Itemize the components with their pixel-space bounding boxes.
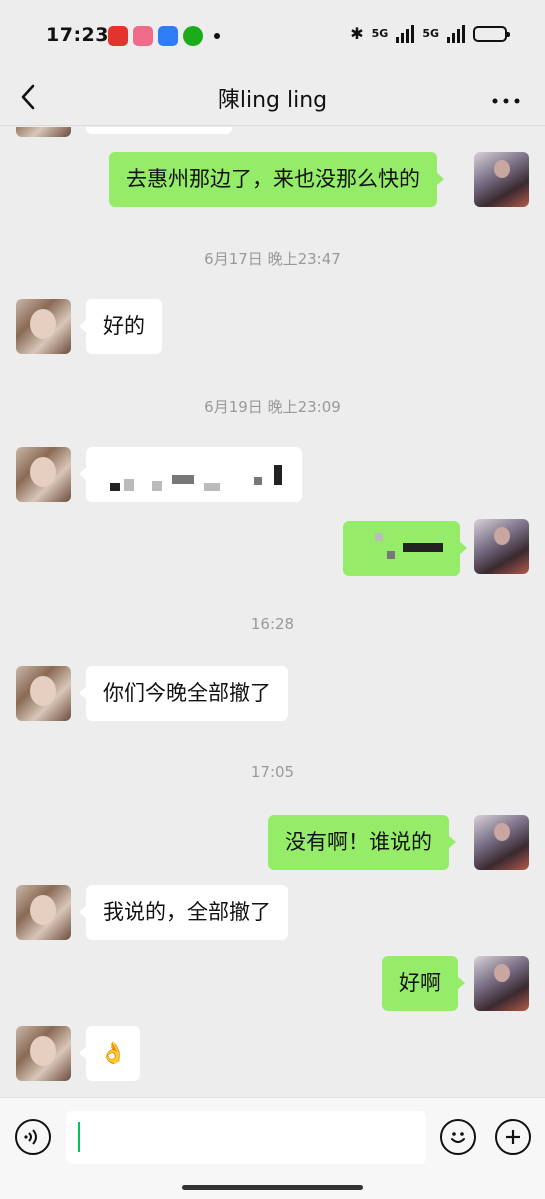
contact-avatar[interactable] [16, 1026, 71, 1081]
contact-avatar[interactable] [16, 885, 71, 940]
battery-icon [473, 25, 510, 42]
chat-header: 陳ling ling [0, 70, 545, 126]
bluetooth-icon: ✱ [350, 24, 364, 43]
timestamp: 16:28 [250, 615, 295, 633]
message-incoming[interactable]: 好的 [79, 299, 162, 354]
contact-avatar[interactable] [16, 447, 71, 502]
status-bar: 17:23 ✱ 5G 5G [0, 0, 545, 70]
timestamp: 6月19日 晚上23:09 [204, 398, 341, 416]
message-incoming-emoji[interactable]: 👌 [78, 1026, 141, 1081]
timestamp: 6月17日 晚上23:47 [204, 250, 341, 268]
message-incoming[interactable]: 你们今晚全部撤了 [79, 666, 288, 721]
redaction-block [375, 533, 383, 541]
text-cursor [78, 1122, 80, 1152]
message-incoming-redacted[interactable] [79, 447, 302, 502]
contact-avatar[interactable] [16, 127, 71, 137]
more-dots-icon[interactable] [491, 84, 521, 112]
voice-icon[interactable] [15, 1119, 51, 1155]
net1-label: 5G [371, 27, 389, 40]
net2-label: 5G [422, 27, 439, 40]
message-outgoing-redacted[interactable] [343, 521, 467, 576]
redaction-block [387, 551, 395, 559]
emoji-icon[interactable] [440, 1119, 476, 1155]
wechat-icon [183, 26, 203, 46]
redaction-block [403, 543, 443, 552]
app-blue-icon [158, 26, 178, 46]
my-avatar[interactable] [474, 815, 529, 870]
message-incoming[interactable] [86, 127, 232, 134]
redaction-block [254, 477, 262, 485]
home-indicator[interactable] [182, 1185, 363, 1190]
system-icons: ✱ 5G 5G [350, 24, 510, 43]
message-incoming[interactable]: 我说的，全部撤了 [79, 885, 288, 940]
signal1-icon [396, 24, 415, 43]
app-red-icon [108, 26, 128, 46]
plus-icon[interactable] [495, 1119, 531, 1155]
my-avatar[interactable] [474, 519, 529, 574]
contact-avatar[interactable] [16, 299, 71, 354]
redaction-block [110, 483, 120, 491]
redaction-block [274, 465, 282, 485]
message-outgoing[interactable]: 好啊 [382, 956, 465, 1011]
contact-avatar[interactable] [16, 666, 71, 721]
status-time: 17:23 [46, 24, 109, 46]
notification-icons [108, 26, 220, 46]
timestamp: 17:05 [250, 763, 295, 781]
my-avatar[interactable] [474, 956, 529, 1011]
message-outgoing[interactable]: 去惠州那边了，来也没那么快的 [109, 152, 444, 207]
app-pink-icon [133, 26, 153, 46]
redaction-block [124, 479, 134, 491]
message-list[interactable]: 去惠州那边了，来也没那么快的 6月17日 晚上23:47 好的 6月19日 晚上… [0, 127, 545, 1097]
message-outgoing[interactable]: 没有啊！谁说的 [268, 815, 456, 870]
signal2-icon [447, 24, 465, 43]
chat-title: 陳ling ling [217, 88, 328, 113]
redaction-block [204, 483, 220, 491]
message-input[interactable] [66, 1111, 426, 1164]
input-bar [0, 1097, 545, 1199]
redaction-block [152, 481, 162, 491]
more-notifications-dot [214, 33, 220, 39]
my-avatar[interactable] [474, 152, 529, 207]
redaction-block [172, 475, 194, 484]
